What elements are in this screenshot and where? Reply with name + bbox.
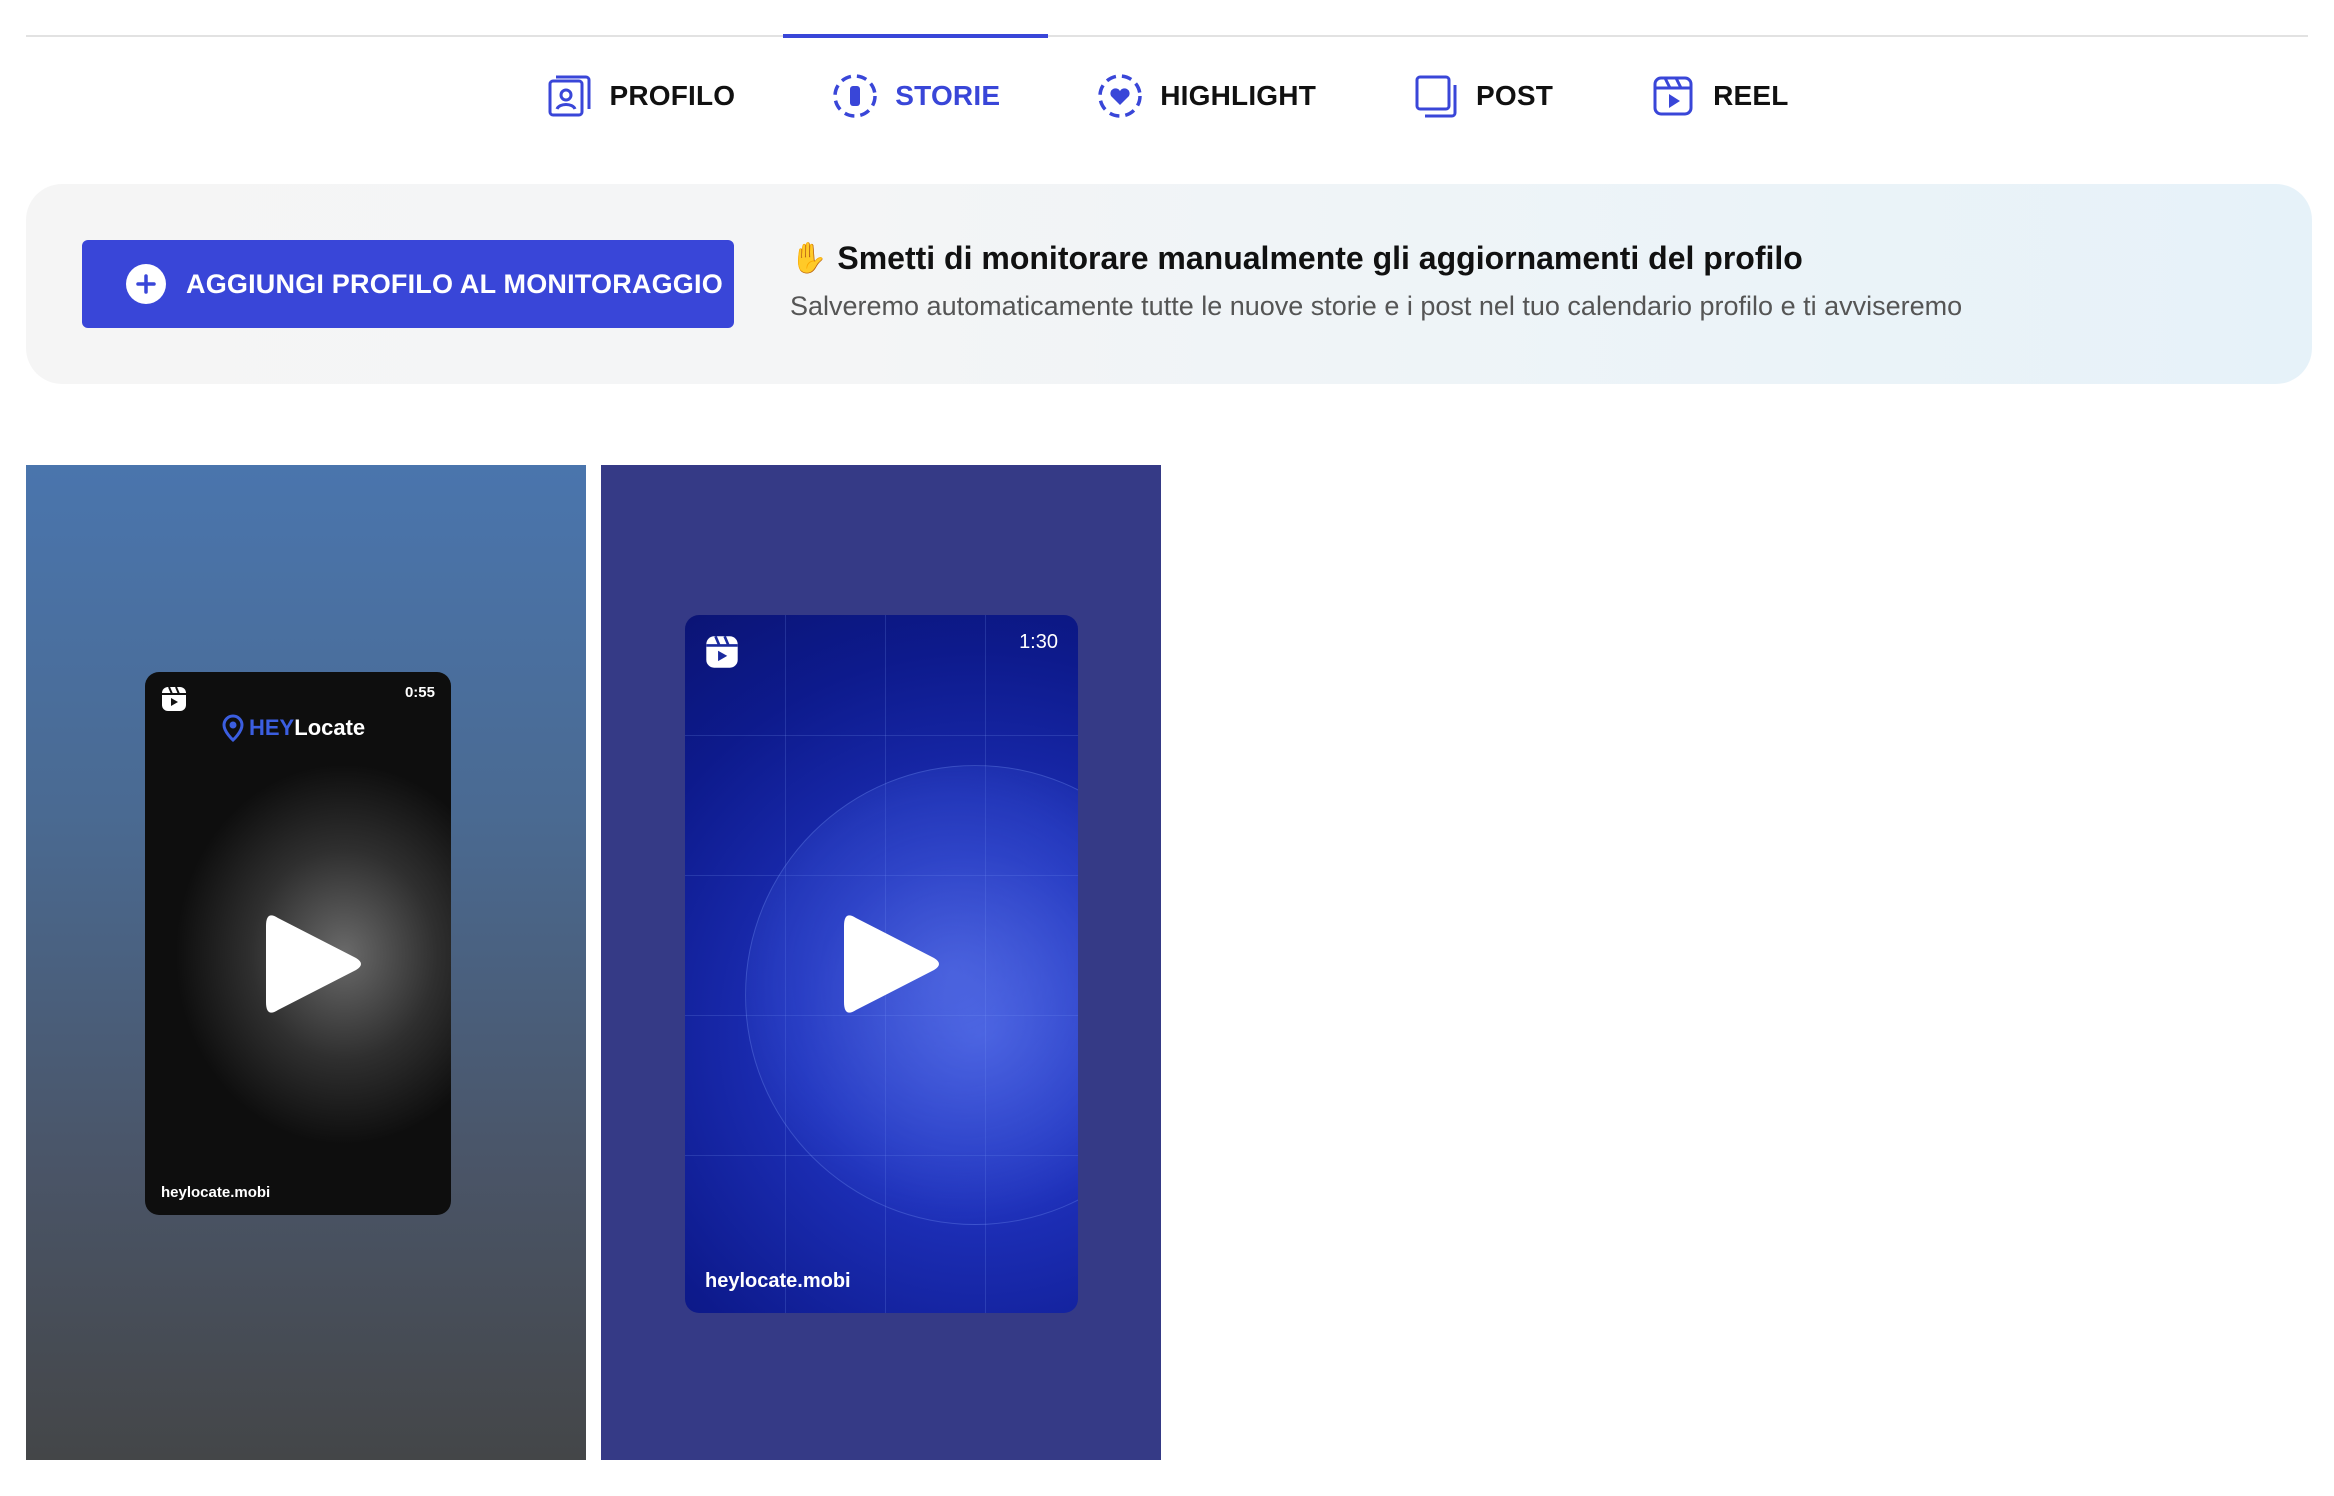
video-duration: 1:30 [1019, 631, 1058, 653]
add-profile-monitoring-button[interactable]: AGGIUNGI PROFILO AL MONITORAGGIO [82, 240, 734, 328]
banner-title-text: Smetti di monitorare manualmente gli agg… [837, 240, 1803, 276]
tab-label: REEL [1713, 80, 1789, 111]
reel-icon [705, 635, 739, 674]
video-duration: 0:55 [404, 684, 435, 701]
tab-post[interactable]: POST [1364, 36, 1601, 156]
highlight-heart-icon [1096, 72, 1144, 120]
story-icon [831, 72, 879, 120]
tab-label: HIGHLIGHT [1160, 80, 1317, 111]
tab-highlight[interactable]: HIGHLIGHT [1048, 36, 1364, 156]
banner-title: ✋ Smetti di monitorare manualmente gli a… [790, 240, 1962, 277]
play-icon[interactable] [262, 908, 366, 1025]
tab-label: PROFILO [609, 80, 736, 111]
tab-bar: PROFILO STORIE HIGHLIGHT POST REEL [0, 34, 2334, 156]
tab-profilo[interactable]: PROFILO [497, 36, 783, 156]
profile-icon [545, 72, 593, 120]
brand-locate: Locate [294, 715, 366, 740]
tab-label: STORIE [895, 80, 1001, 111]
story-card[interactable]: 0:55 HEY Locate heylocate.mobi [26, 465, 586, 1460]
tab-storie[interactable]: STORIE [783, 34, 1049, 156]
story-caption: heylocate.mobi [161, 1184, 271, 1201]
brand-hey: HEY [249, 715, 295, 740]
plus-circle-icon [126, 264, 166, 304]
decor-line [685, 735, 1078, 736]
story-card[interactable]: 1:30 heylocate.mobi [601, 465, 1161, 1460]
reel-icon [1649, 72, 1697, 120]
location-pin-icon [222, 714, 244, 742]
post-icon [1412, 72, 1460, 120]
banner-subtitle: Salveremo automaticamente tutte le nuove… [790, 291, 1963, 321]
play-icon[interactable] [840, 908, 944, 1025]
heylocate-logo: HEY Locate [221, 714, 365, 742]
reel-icon [161, 686, 187, 717]
tab-reel[interactable]: REEL [1601, 36, 1836, 156]
monitoring-banner: AGGIUNGI PROFILO AL MONITORAGGIO ✋ Smett… [26, 184, 2312, 384]
story-caption: heylocate.mobi [705, 1270, 851, 1292]
banner-text: ✋ Smetti di monitorare manualmente gli a… [790, 240, 1962, 322]
add-profile-button-label: AGGIUNGI PROFILO AL MONITORAGGIO [186, 268, 723, 299]
raised-hand-icon: ✋ [790, 241, 828, 275]
tab-label: POST [1476, 80, 1554, 111]
